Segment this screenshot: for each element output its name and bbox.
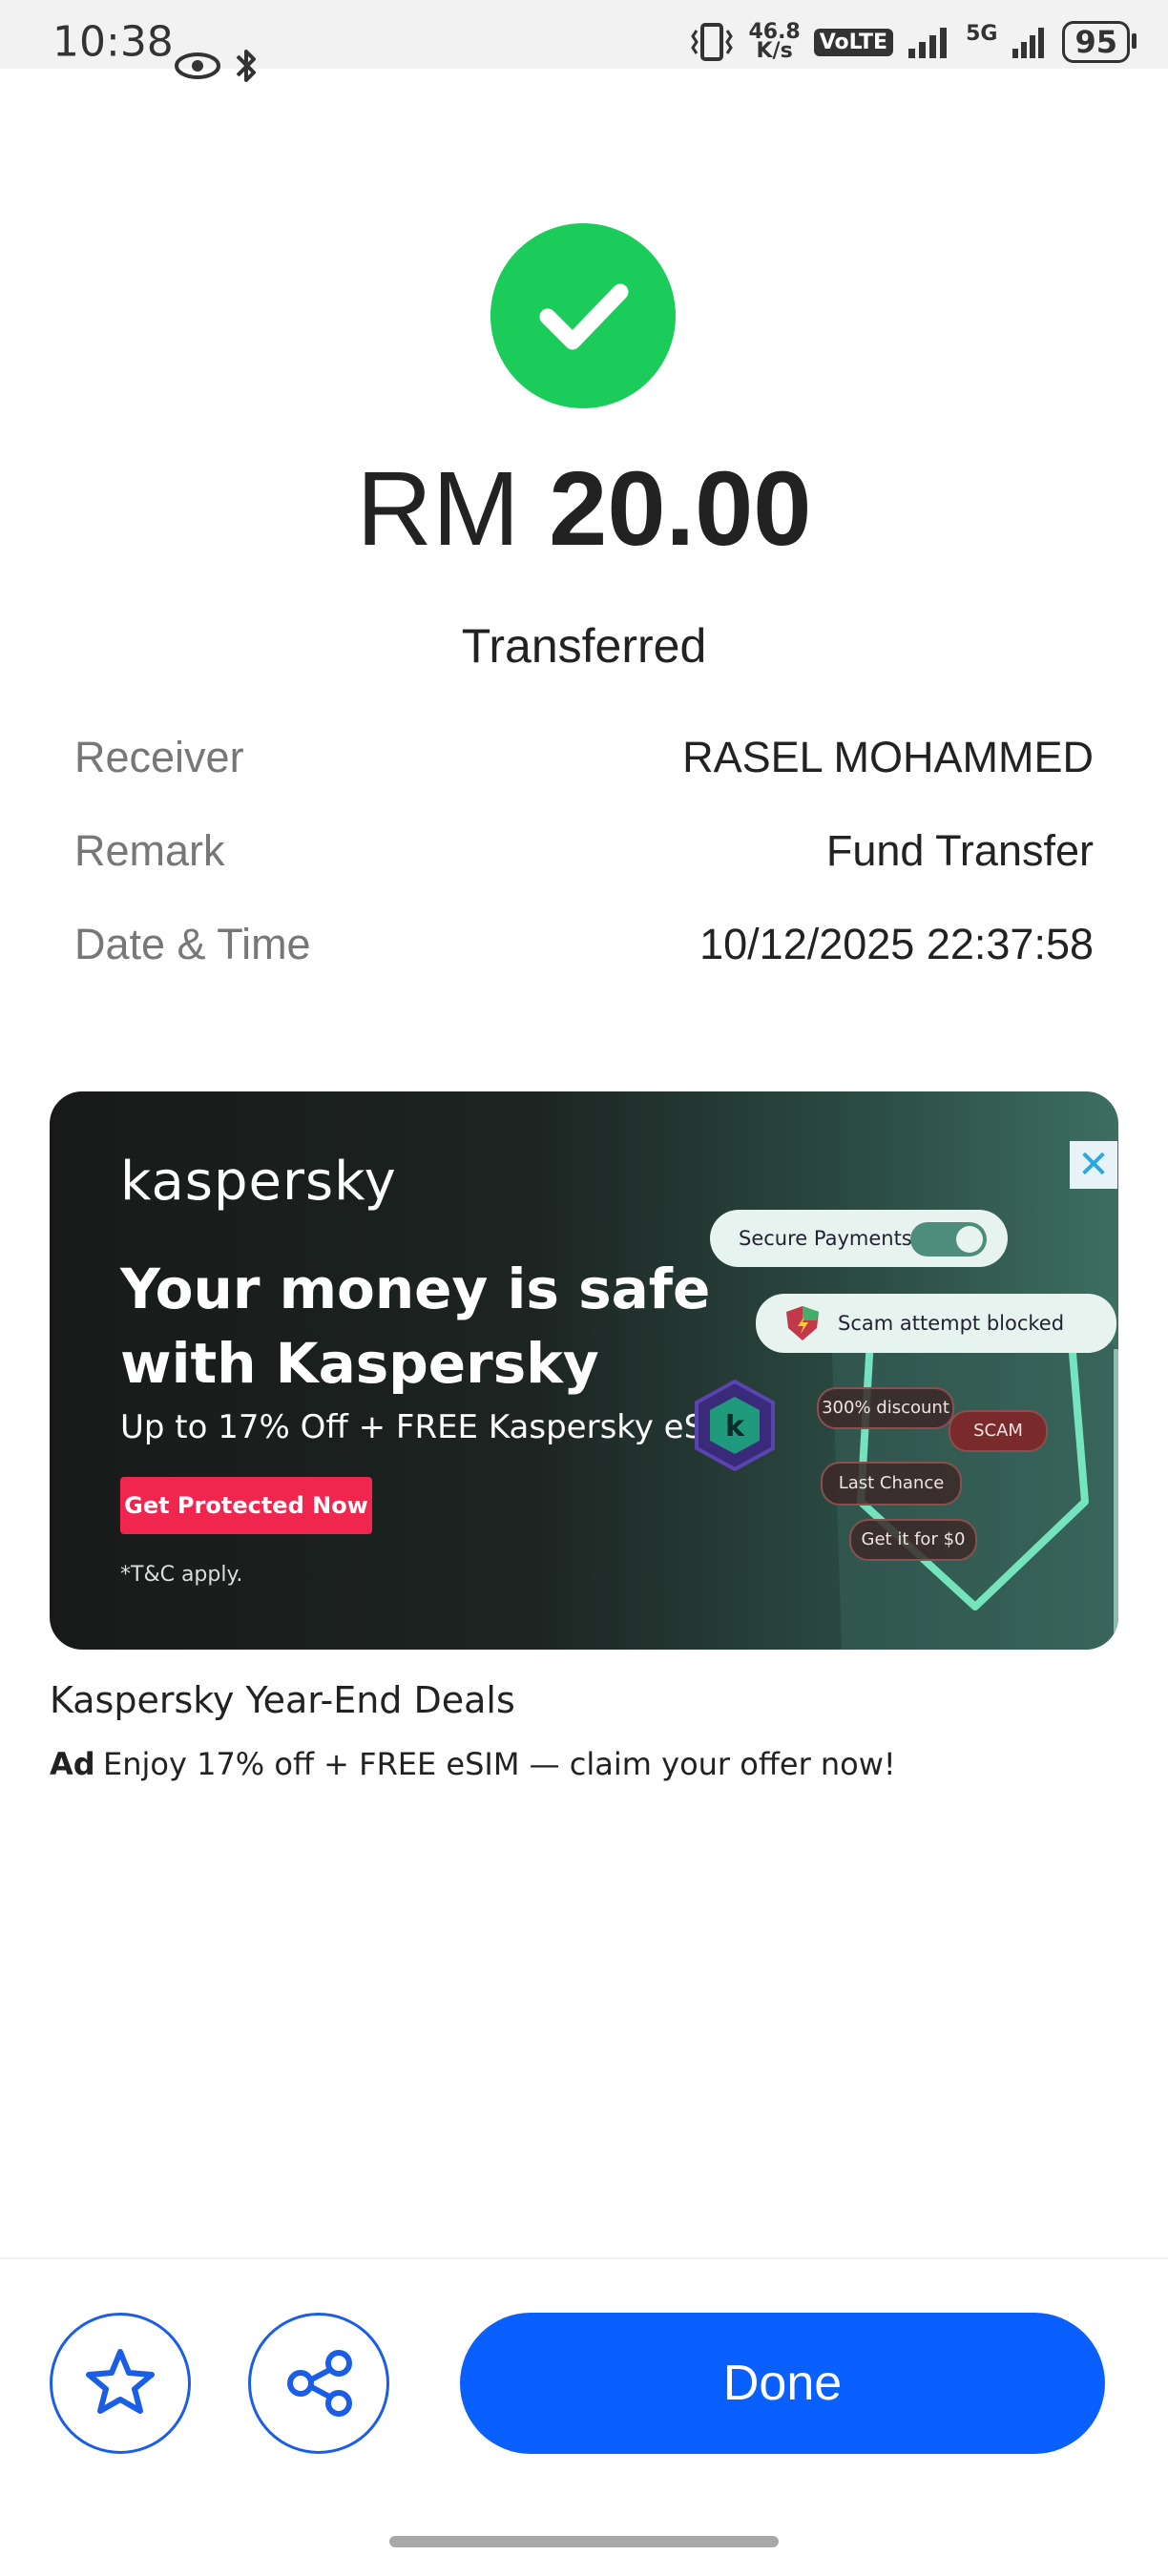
free-offer-chip: Get it for $0 — [849, 1519, 977, 1561]
detail-row-receiver: Receiver RASEL MOHAMMED — [74, 733, 1094, 790]
bluetooth-icon — [235, 46, 258, 86]
detail-row-remark: Remark Fund Transfer — [74, 826, 1094, 883]
kaspersky-badge-icon: k — [695, 1379, 775, 1472]
ad-banner[interactable]: kaspersky Your money is safe with Kasper… — [50, 1091, 1118, 1650]
detail-row-datetime: Date & Time 10/12/2025 22:37:58 — [74, 920, 1094, 977]
ad-headline: Your money is safe with Kaspersky — [120, 1257, 711, 1396]
shield-alert-icon — [786, 1306, 819, 1340]
done-button[interactable]: Done — [460, 2313, 1105, 2454]
transfer-status: Transferred — [461, 619, 707, 673]
signal-icon-2 — [1012, 28, 1045, 58]
network-type: 5G — [966, 22, 998, 46]
star-icon — [86, 2349, 155, 2414]
detail-value: RASEL MOHAMMED — [682, 733, 1094, 781]
detail-label: Receiver — [74, 733, 244, 781]
favorite-button[interactable] — [50, 2313, 191, 2454]
detail-value: Fund Transfer — [825, 826, 1094, 875]
last-chance-chip: Last Chance — [821, 1462, 962, 1506]
secure-payments-pill: Secure Payments — [710, 1210, 1008, 1267]
home-indicator[interactable] — [389, 2536, 779, 2547]
ad-label: Ad — [50, 1746, 95, 1782]
detail-label: Remark — [74, 826, 225, 875]
amount-currency: RM — [356, 450, 520, 568]
ad-subline: Up to 17% Off + FREE Kaspersky eSim — [120, 1408, 745, 1446]
secure-payments-label: Secure Payments — [739, 1227, 912, 1250]
network-speed: 46.8 K/s — [748, 22, 800, 63]
ad-description[interactable]: Enjoy 17% off + FREE eSIM — claim your o… — [103, 1746, 896, 1782]
status-time-text: 10:38 — [52, 17, 174, 67]
ad-terms: *T&C apply. — [120, 1563, 243, 1587]
battery-indicator: 95 — [1062, 21, 1137, 63]
detail-label: Date & Time — [74, 920, 311, 968]
scam-chip: SCAM — [949, 1410, 1048, 1452]
speed-unit: K/s — [756, 39, 793, 63]
volte-badge: VoLTE — [813, 28, 894, 56]
eye-icon — [174, 52, 221, 80]
toggle-icon — [910, 1222, 987, 1257]
success-check-icon — [490, 223, 676, 408]
transfer-amount: RM 20.00 — [0, 448, 1168, 570]
get-protected-button[interactable]: Get Protected Now — [120, 1477, 372, 1534]
detail-value: 10/12/2025 22:37:58 — [699, 920, 1094, 968]
bottom-divider — [0, 2257, 1168, 2259]
vibrate-icon — [691, 23, 734, 61]
scam-blocked-label: Scam attempt blocked — [838, 1312, 1065, 1335]
badge-letter: k — [725, 1410, 745, 1444]
discount-chip: 300% discount — [817, 1387, 954, 1429]
scam-blocked-pill: Scam attempt blocked — [756, 1294, 1116, 1353]
kaspersky-logo: kaspersky — [120, 1151, 397, 1213]
ad-title[interactable]: Kaspersky Year-End Deals — [50, 1679, 515, 1721]
status-time: 10:38 — [52, 18, 174, 67]
share-icon — [287, 2350, 352, 2417]
amount-value: 20.00 — [549, 450, 812, 568]
status-right: 46.8 K/s VoLTE 5G 95 — [689, 18, 1137, 66]
ad-close-button[interactable]: ✕ — [1070, 1141, 1117, 1189]
share-button[interactable] — [248, 2313, 389, 2454]
signal-icon — [908, 28, 948, 58]
